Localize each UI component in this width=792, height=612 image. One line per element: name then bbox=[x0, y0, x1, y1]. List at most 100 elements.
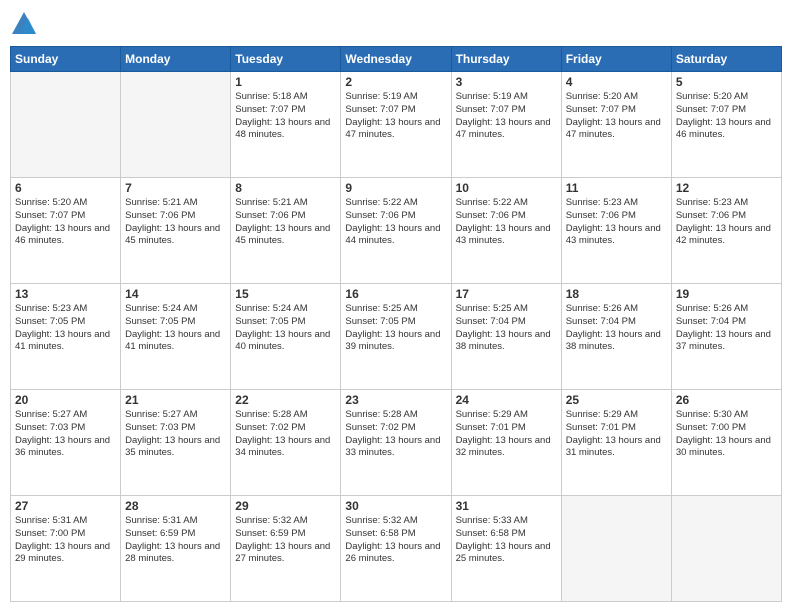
calendar-cell: 25 Sunrise: 5:29 AMSunset: 7:01 PMDayligh… bbox=[561, 390, 671, 496]
day-detail: Sunrise: 5:33 AMSunset: 6:58 PMDaylight:… bbox=[456, 515, 557, 566]
calendar-cell: 8 Sunrise: 5:21 AMSunset: 7:06 PMDaylight… bbox=[231, 178, 341, 284]
day-detail: Sunrise: 5:26 AMSunset: 7:04 PMDaylight:… bbox=[566, 303, 667, 354]
day-detail: Sunrise: 5:26 AMSunset: 7:04 PMDaylight:… bbox=[676, 303, 777, 354]
day-number: 7 bbox=[125, 181, 226, 195]
calendar-cell: 26 Sunrise: 5:30 AMSunset: 7:00 PMDayligh… bbox=[671, 390, 781, 496]
day-detail: Sunrise: 5:23 AMSunset: 7:06 PMDaylight:… bbox=[676, 197, 777, 248]
calendar-cell: 29 Sunrise: 5:32 AMSunset: 6:59 PMDayligh… bbox=[231, 496, 341, 602]
logo-icon bbox=[10, 10, 38, 38]
logo bbox=[10, 10, 42, 38]
day-number: 15 bbox=[235, 287, 336, 301]
day-detail: Sunrise: 5:31 AMSunset: 6:59 PMDaylight:… bbox=[125, 515, 226, 566]
calendar-cell: 2Sunrise: 5:19 AMSunset: 7:07 PMDaylight… bbox=[341, 72, 451, 178]
calendar: SundayMondayTuesdayWednesdayThursdayFrid… bbox=[10, 46, 782, 602]
calendar-cell: 6 Sunrise: 5:20 AMSunset: 7:07 PMDaylight… bbox=[11, 178, 121, 284]
day-detail: Sunrise: 5:18 AMSunset: 7:07 PMDaylight:… bbox=[235, 91, 336, 142]
calendar-cell: 22Sunrise: 5:28 AMSunset: 7:02 PMDayligh… bbox=[231, 390, 341, 496]
day-number: 13 bbox=[15, 287, 116, 301]
calendar-week: 13 Sunrise: 5:23 AMSunset: 7:05 PMDayligh… bbox=[11, 284, 782, 390]
calendar-cell: 13 Sunrise: 5:23 AMSunset: 7:05 PMDayligh… bbox=[11, 284, 121, 390]
day-detail: Sunrise: 5:24 AMSunset: 7:05 PMDaylight:… bbox=[125, 303, 226, 354]
day-number: 28 bbox=[125, 499, 226, 513]
day-number: 29 bbox=[235, 499, 336, 513]
calendar-cell: 7 Sunrise: 5:21 AMSunset: 7:06 PMDaylight… bbox=[121, 178, 231, 284]
day-detail: Sunrise: 5:30 AMSunset: 7:00 PMDaylight:… bbox=[676, 409, 777, 460]
day-detail: Sunrise: 5:23 AMSunset: 7:06 PMDaylight:… bbox=[566, 197, 667, 248]
day-detail: Sunrise: 5:23 AMSunset: 7:05 PMDaylight:… bbox=[15, 303, 116, 354]
day-detail: Sunrise: 5:29 AMSunset: 7:01 PMDaylight:… bbox=[456, 409, 557, 460]
day-number: 3 bbox=[456, 75, 557, 89]
day-number: 6 bbox=[15, 181, 116, 195]
day-detail: Sunrise: 5:20 AMSunset: 7:07 PMDaylight:… bbox=[15, 197, 116, 248]
calendar-cell: 30Sunrise: 5:32 AMSunset: 6:58 PMDayligh… bbox=[341, 496, 451, 602]
day-number: 22 bbox=[235, 393, 336, 407]
calendar-week: 27 Sunrise: 5:31 AMSunset: 7:00 PMDayligh… bbox=[11, 496, 782, 602]
weekday-header: Monday bbox=[121, 47, 231, 72]
day-number: 5 bbox=[676, 75, 777, 89]
day-number: 21 bbox=[125, 393, 226, 407]
calendar-cell: 16 Sunrise: 5:25 AMSunset: 7:05 PMDayligh… bbox=[341, 284, 451, 390]
day-detail: Sunrise: 5:19 AMSunset: 7:07 PMDaylight:… bbox=[456, 91, 557, 142]
calendar-cell bbox=[121, 72, 231, 178]
calendar-cell: 10 Sunrise: 5:22 AMSunset: 7:06 PMDayligh… bbox=[451, 178, 561, 284]
page: SundayMondayTuesdayWednesdayThursdayFrid… bbox=[0, 0, 792, 612]
calendar-cell: 1Sunrise: 5:18 AMSunset: 7:07 PMDaylight… bbox=[231, 72, 341, 178]
day-detail: Sunrise: 5:25 AMSunset: 7:05 PMDaylight:… bbox=[345, 303, 446, 354]
day-number: 12 bbox=[676, 181, 777, 195]
calendar-cell: 24 Sunrise: 5:29 AMSunset: 7:01 PMDayligh… bbox=[451, 390, 561, 496]
day-detail: Sunrise: 5:22 AMSunset: 7:06 PMDaylight:… bbox=[345, 197, 446, 248]
calendar-cell: 21Sunrise: 5:27 AMSunset: 7:03 PMDayligh… bbox=[121, 390, 231, 496]
day-detail: Sunrise: 5:29 AMSunset: 7:01 PMDaylight:… bbox=[566, 409, 667, 460]
day-detail: Sunrise: 5:22 AMSunset: 7:06 PMDaylight:… bbox=[456, 197, 557, 248]
day-detail: Sunrise: 5:21 AMSunset: 7:06 PMDaylight:… bbox=[125, 197, 226, 248]
day-number: 17 bbox=[456, 287, 557, 301]
day-detail: Sunrise: 5:32 AMSunset: 6:58 PMDaylight:… bbox=[345, 515, 446, 566]
calendar-cell: 3 Sunrise: 5:19 AMSunset: 7:07 PMDaylight… bbox=[451, 72, 561, 178]
day-number: 26 bbox=[676, 393, 777, 407]
day-detail: Sunrise: 5:21 AMSunset: 7:06 PMDaylight:… bbox=[235, 197, 336, 248]
calendar-cell bbox=[561, 496, 671, 602]
day-detail: Sunrise: 5:27 AMSunset: 7:03 PMDaylight:… bbox=[15, 409, 116, 460]
day-detail: Sunrise: 5:20 AMSunset: 7:07 PMDaylight:… bbox=[566, 91, 667, 142]
header bbox=[10, 10, 782, 38]
calendar-cell: 15 Sunrise: 5:24 AMSunset: 7:05 PMDayligh… bbox=[231, 284, 341, 390]
day-number: 16 bbox=[345, 287, 446, 301]
day-number: 20 bbox=[15, 393, 116, 407]
calendar-cell: 27 Sunrise: 5:31 AMSunset: 7:00 PMDayligh… bbox=[11, 496, 121, 602]
day-number: 23 bbox=[345, 393, 446, 407]
day-number: 11 bbox=[566, 181, 667, 195]
day-detail: Sunrise: 5:24 AMSunset: 7:05 PMDaylight:… bbox=[235, 303, 336, 354]
day-number: 18 bbox=[566, 287, 667, 301]
day-number: 31 bbox=[456, 499, 557, 513]
weekday-header: Thursday bbox=[451, 47, 561, 72]
day-detail: Sunrise: 5:31 AMSunset: 7:00 PMDaylight:… bbox=[15, 515, 116, 566]
day-detail: Sunrise: 5:32 AMSunset: 6:59 PMDaylight:… bbox=[235, 515, 336, 566]
calendar-cell: 18 Sunrise: 5:26 AMSunset: 7:04 PMDayligh… bbox=[561, 284, 671, 390]
day-number: 27 bbox=[15, 499, 116, 513]
day-detail: Sunrise: 5:25 AMSunset: 7:04 PMDaylight:… bbox=[456, 303, 557, 354]
calendar-cell: 5 Sunrise: 5:20 AMSunset: 7:07 PMDaylight… bbox=[671, 72, 781, 178]
day-number: 8 bbox=[235, 181, 336, 195]
calendar-cell bbox=[671, 496, 781, 602]
calendar-cell bbox=[11, 72, 121, 178]
day-number: 2 bbox=[345, 75, 446, 89]
weekday-header: Sunday bbox=[11, 47, 121, 72]
day-number: 9 bbox=[345, 181, 446, 195]
weekday-header: Saturday bbox=[671, 47, 781, 72]
day-number: 24 bbox=[456, 393, 557, 407]
day-number: 4 bbox=[566, 75, 667, 89]
weekday-header: Friday bbox=[561, 47, 671, 72]
day-number: 25 bbox=[566, 393, 667, 407]
calendar-cell: 19Sunrise: 5:26 AMSunset: 7:04 PMDayligh… bbox=[671, 284, 781, 390]
day-detail: Sunrise: 5:20 AMSunset: 7:07 PMDaylight:… bbox=[676, 91, 777, 142]
calendar-week: 20 Sunrise: 5:27 AMSunset: 7:03 PMDayligh… bbox=[11, 390, 782, 496]
calendar-cell: 23Sunrise: 5:28 AMSunset: 7:02 PMDayligh… bbox=[341, 390, 451, 496]
calendar-cell: 31 Sunrise: 5:33 AMSunset: 6:58 PMDayligh… bbox=[451, 496, 561, 602]
day-number: 10 bbox=[456, 181, 557, 195]
day-number: 14 bbox=[125, 287, 226, 301]
calendar-week: 1Sunrise: 5:18 AMSunset: 7:07 PMDaylight… bbox=[11, 72, 782, 178]
calendar-cell: 9 Sunrise: 5:22 AMSunset: 7:06 PMDaylight… bbox=[341, 178, 451, 284]
calendar-cell: 11 Sunrise: 5:23 AMSunset: 7:06 PMDayligh… bbox=[561, 178, 671, 284]
weekday-header: Wednesday bbox=[341, 47, 451, 72]
calendar-cell: 20 Sunrise: 5:27 AMSunset: 7:03 PMDayligh… bbox=[11, 390, 121, 496]
